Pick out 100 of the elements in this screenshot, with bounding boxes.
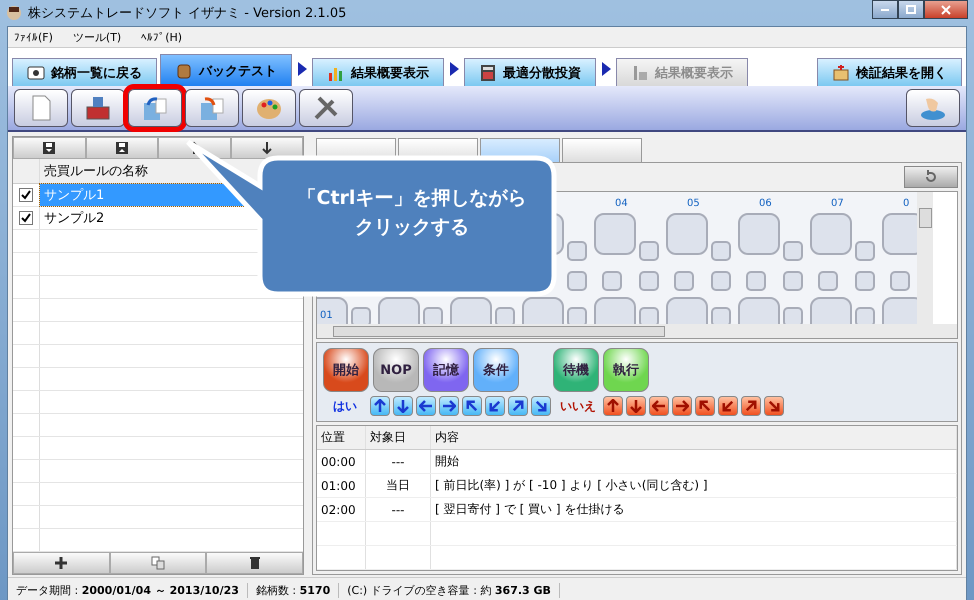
arrow-button[interactable] [603,396,623,416]
main-tab[interactable]: 結果概要表示 [312,58,444,86]
arrow-button[interactable] [649,396,669,416]
arrow-icon [698,399,712,413]
duplicate-button[interactable] [110,552,206,574]
import-button[interactable] [71,89,125,127]
command-button[interactable]: 執行 [603,348,649,392]
menu-item[interactable]: ﾌｧｲﾙ(F) [14,30,53,44]
save-down-button[interactable] [13,137,86,159]
command-button[interactable]: 待機 [553,348,599,392]
arrow-icon [744,399,758,413]
arrow-icon [511,399,525,413]
no-label: いいえ [560,398,596,414]
arrow-button[interactable] [531,396,551,416]
arrow-icon [419,399,433,413]
command-button[interactable]: 条件 [473,348,519,392]
checkmark-icon [21,213,31,223]
hand-button[interactable] [906,89,960,127]
status-text: 銘柄数 : 5170 [248,582,340,598]
checkbox[interactable] [19,188,33,202]
add-button[interactable] [13,552,110,574]
table-cell: --- [366,498,431,521]
status-text: データ期間 : 2000/01/04 ～ 2013/10/23 [8,582,248,598]
arrow-icon [629,399,643,413]
arrow-icon [396,399,410,413]
main-tab[interactable]: 最適分散投資 [464,58,596,86]
arrow-icon [652,399,666,413]
sub-tab[interactable] [562,138,642,162]
arrow-button[interactable] [764,396,784,416]
window-title: 株システムトレードソフト イザナミ - Version 2.1.05 [28,5,346,22]
table-cell: 02:00 [317,498,366,521]
table-cell: [ 翌日寄付 ] で [ 買い ] を仕掛ける [431,498,957,521]
arrow-button[interactable] [393,396,413,416]
vertical-scrollbar[interactable] [917,192,933,324]
menu-item[interactable]: ﾍﾙﾌﾟ(H) [141,30,182,44]
callout-text: クリックする [354,215,470,240]
chart-icon [631,64,649,82]
arrow-button[interactable] [626,396,646,416]
minimize-icon [881,8,889,10]
arrow-icon [442,399,456,413]
arrow-icon [534,399,548,413]
arrow-icon [606,399,620,413]
table-cell: --- [366,450,431,473]
column-header: 売買ルールの名称 [43,163,149,181]
main-tab[interactable]: バックテスト [160,54,292,86]
arrow-button[interactable] [485,396,505,416]
arrow-button[interactable] [695,396,715,416]
arrow-button[interactable] [462,396,482,416]
table-cell: 当日 [366,474,431,497]
arrow-button[interactable] [741,396,761,416]
tools-button[interactable] [299,89,353,127]
plus-icon [54,556,68,570]
column-label: 0 [903,198,910,209]
arrow-button[interactable] [508,396,528,416]
column-label: 04 [615,198,628,209]
table-cell: 開始 [431,450,957,473]
arrow-button[interactable] [370,396,390,416]
arrow-icon [488,399,502,413]
command-button[interactable]: NOP [373,348,419,392]
minimize-button[interactable] [872,0,898,19]
paste-button[interactable] [185,89,239,127]
checkbox[interactable] [19,211,33,225]
move-down-button[interactable] [230,137,303,159]
maximize-button[interactable] [898,0,924,19]
eye-icon [27,64,45,82]
arrow-button[interactable] [416,396,436,416]
delete-button[interactable] [206,552,303,574]
new-document-button[interactable] [14,89,68,127]
column-label: 07 [831,198,844,209]
rule-name: サンプル1 [44,187,104,204]
save-up-button[interactable] [86,137,158,159]
arrow-icon [373,399,387,413]
copy-icon [151,556,165,570]
arrow-icon [465,399,479,413]
palette-button[interactable] [242,89,296,127]
horizontal-scrollbar[interactable] [317,324,957,338]
arrow-button[interactable] [672,396,692,416]
undo-button[interactable] [904,166,958,188]
command-button[interactable]: 開始 [323,348,369,392]
column-label: 05 [687,198,700,209]
main-tab[interactable]: 検証結果を開く [817,58,962,86]
command-button[interactable]: 記憶 [423,348,469,392]
calculator-icon [479,64,497,82]
row-label: 01 [320,310,333,321]
column-header: 対象日 [366,426,431,449]
app-logo-icon [6,5,22,21]
status-text: (C:) ドライブの空き容量 : 約 367.3 GB [339,582,560,598]
checkmark-icon [21,190,31,200]
table-cell: 01:00 [317,474,366,497]
column-header: 位置 [317,426,366,449]
arrow-down-icon [260,141,274,155]
arrow-button[interactable] [718,396,738,416]
arrow-button[interactable] [439,396,459,416]
menu-item[interactable]: ツール(T) [72,30,122,44]
close-icon [941,4,951,14]
arrow-icon [675,399,689,413]
close-button[interactable] [924,0,968,19]
yes-label: はい [332,398,358,414]
main-tab[interactable]: 銘柄一覧に戻る [12,58,157,86]
trash-icon [248,556,262,570]
